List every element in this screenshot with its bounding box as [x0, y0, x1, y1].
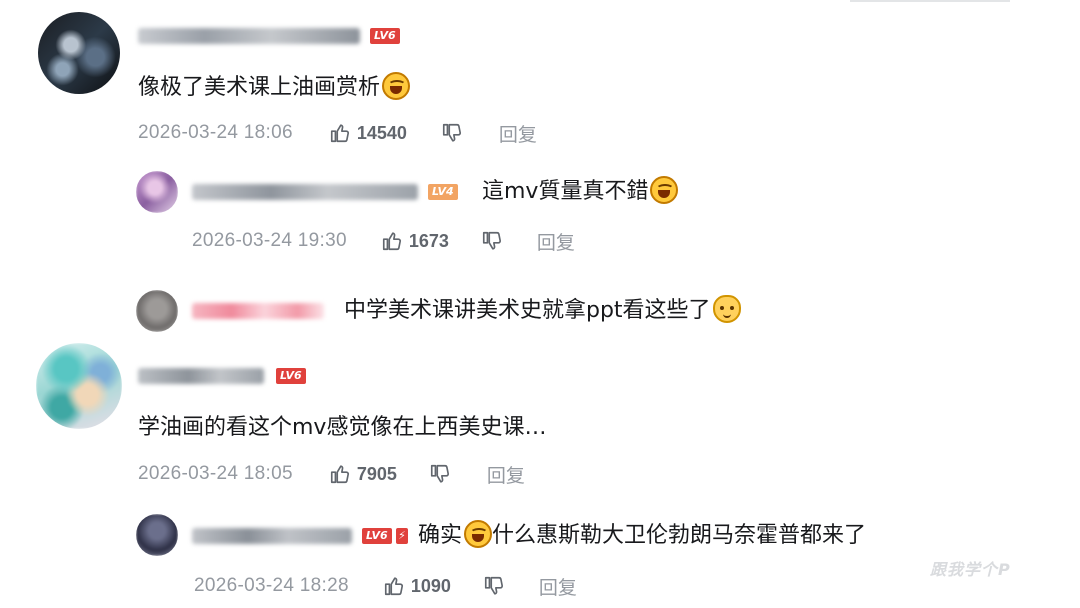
comment-meta: 2026-03-24 19:30 1673 回复	[192, 228, 575, 255]
watermark: 跟我学个P	[930, 560, 1011, 579]
user-avatar[interactable]	[136, 290, 178, 332]
like-count: 7905	[356, 463, 397, 484]
user-avatar[interactable]	[38, 12, 120, 94]
thumbs-up-icon	[382, 232, 401, 251]
comment-text: 中学美术课讲美术史就拿ppt看这些了	[344, 295, 741, 326]
dislike-button[interactable]	[481, 230, 503, 252]
username-blurred[interactable]	[138, 366, 264, 386]
comment-text: 這mv質量真不錯	[482, 176, 679, 207]
username-blurred[interactable]	[192, 301, 324, 321]
like-button[interactable]: 14540	[329, 122, 407, 144]
like-count: 1090	[410, 575, 451, 596]
comment-date: 2026-03-24 18:05	[138, 463, 293, 484]
dislike-button[interactable]	[483, 575, 505, 597]
comment-text: 确实 什么惠斯勒大卫伦勃朗马奈霍普都来了	[418, 520, 866, 551]
comment-text: 像极了美术课上油画赏析	[138, 72, 411, 103]
thumbs-up-icon	[384, 577, 403, 596]
thumbs-up-icon	[330, 465, 349, 484]
level-badge: LV6	[370, 28, 400, 44]
reply-button[interactable]: 回复	[537, 228, 575, 255]
comment-date: 2026-03-24 18:06	[138, 122, 293, 143]
username-blurred[interactable]	[192, 526, 352, 546]
comment-date: 2026-03-24 18:28	[194, 575, 349, 596]
like-button[interactable]: 1673	[381, 230, 449, 252]
dislike-button[interactable]	[429, 463, 451, 485]
comment-date: 2026-03-24 19:30	[192, 230, 347, 251]
like-button[interactable]: 1090	[383, 575, 451, 597]
thumbs-up-icon	[330, 124, 349, 143]
user-avatar[interactable]	[36, 343, 122, 429]
username-blurred[interactable]	[192, 182, 418, 202]
level-badge: LV4	[428, 184, 458, 200]
laughing-crying-emoji-icon	[650, 176, 679, 204]
reply-button[interactable]: 回复	[499, 120, 537, 147]
user-avatar[interactable]	[136, 171, 178, 213]
like-button[interactable]: 7905	[329, 463, 397, 485]
username-blurred[interactable]	[138, 26, 360, 46]
thumbs-down-icon	[430, 464, 449, 483]
level-badge: LV6	[276, 368, 306, 384]
thumbs-down-icon	[442, 123, 461, 142]
reply-button[interactable]: 回复	[539, 573, 577, 600]
laughing-crying-emoji-icon	[382, 72, 411, 100]
reply-button[interactable]: 回复	[487, 461, 525, 488]
like-count: 14540	[356, 122, 407, 143]
top-divider	[850, 0, 1010, 2]
level-badge: LV6	[362, 528, 392, 544]
lightning-icon: ⚡	[396, 528, 408, 544]
like-count: 1673	[408, 230, 449, 251]
comment-meta: 2026-03-24 18:06 14540 回复	[138, 120, 537, 147]
thumbs-down-icon	[482, 231, 501, 250]
user-avatar[interactable]	[136, 514, 178, 556]
comment-meta: 2026-03-24 18:28 1090 回复	[194, 573, 577, 600]
dislike-button[interactable]	[441, 122, 463, 144]
cat-emoji-icon	[712, 295, 741, 323]
laughing-crying-emoji-icon	[464, 520, 493, 548]
comment-meta: 2026-03-24 18:05 7905 回复	[138, 461, 525, 488]
thumbs-down-icon	[484, 576, 503, 595]
comment-text: 学油画的看这个mv感觉像在上西美史课…	[138, 415, 547, 440]
